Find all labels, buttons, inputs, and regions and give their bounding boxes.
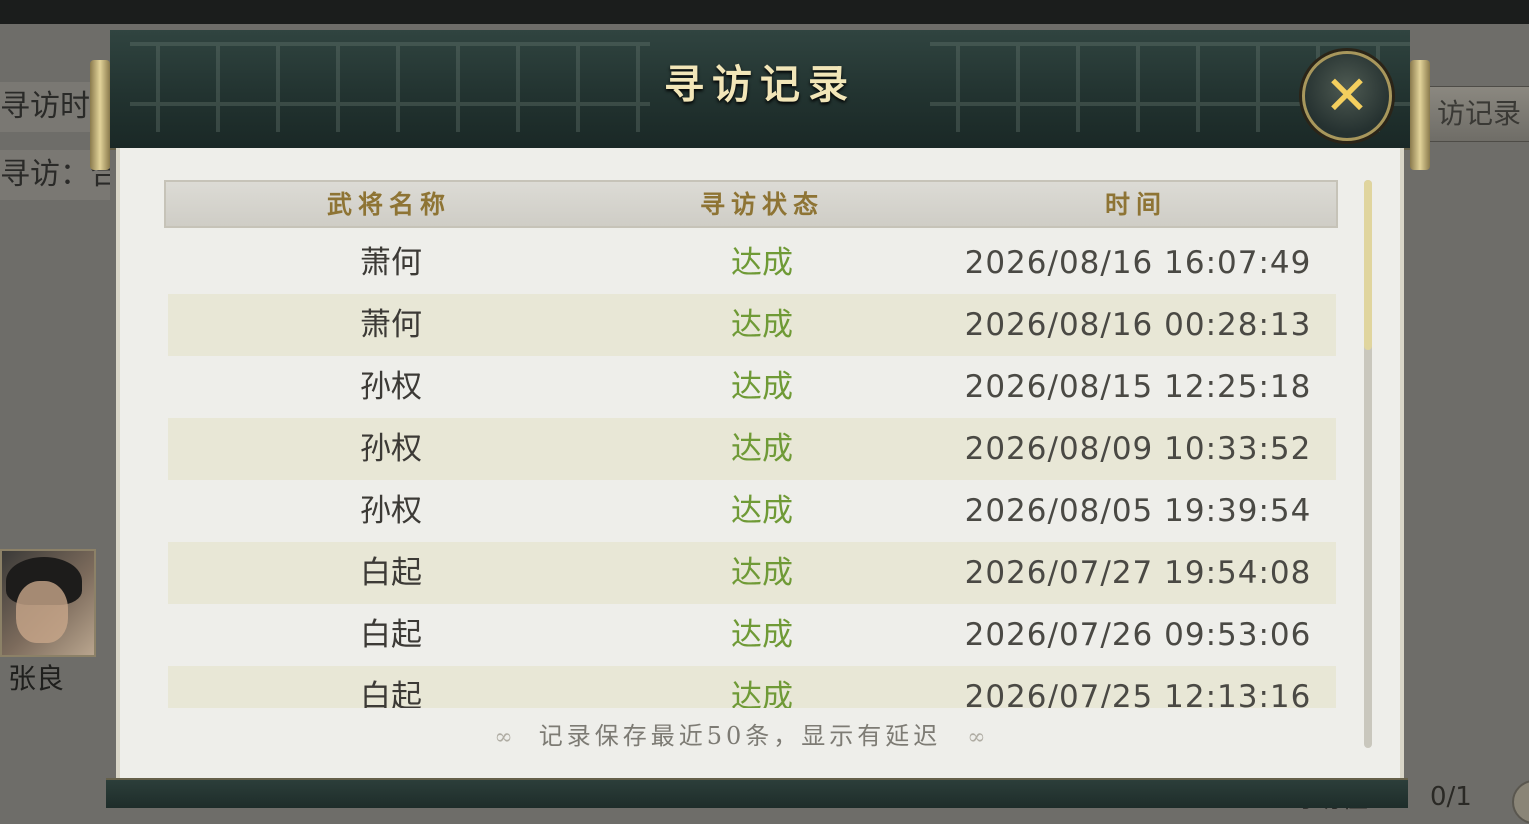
hero-name: 张良: [8, 662, 65, 695]
table-row: 白起 达成 2026/07/27 19:54:08: [168, 542, 1336, 604]
row-status: 达成: [731, 617, 793, 653]
row-hero-name: 孙权: [360, 431, 422, 467]
table-row: 孙权 达成 2026/08/09 10:33:52: [168, 418, 1336, 480]
row-time: 2026/07/26 09:53:06: [964, 617, 1312, 653]
scroll-rod-right: [1410, 60, 1430, 170]
table-row: 孙权 达成 2026/08/15 12:25:18: [168, 356, 1336, 418]
row-status: 达成: [731, 369, 793, 405]
table-row: 白起 达成 2026/07/26 09:53:06: [168, 604, 1336, 666]
close-button[interactable]: ✕: [1302, 51, 1392, 141]
row-hero-name: 白起: [360, 617, 422, 653]
scroll-rod-left: [90, 60, 110, 170]
bg-round-button[interactable]: [1512, 780, 1529, 824]
row-status: 达成: [731, 307, 793, 343]
close-x-icon: ✕: [1324, 64, 1370, 127]
column-time: 时间: [1104, 190, 1167, 219]
table-row: 萧何 达成 2026/08/16 16:07:49: [168, 232, 1336, 294]
record-list[interactable]: 萧何 达成 2026/08/16 16:07:49 萧何 达成 2026/08/…: [168, 232, 1336, 708]
table-row: 白起 达成 2026/07/25 12:13:16: [168, 666, 1336, 708]
row-status: 达成: [731, 555, 793, 591]
row-status: 达成: [731, 245, 793, 281]
table-row: 孙权 达成 2026/08/05 19:39:54: [168, 480, 1336, 542]
row-time: 2026/08/16 00:28:13: [964, 307, 1312, 343]
row-hero-name: 白起: [360, 679, 422, 708]
row-status: 达成: [731, 679, 793, 708]
dialog-body: 武将名称 寻访状态 时间 萧何 达成 2026/08/16 16:07:49 萧…: [116, 148, 1404, 778]
scrollbar[interactable]: [1364, 180, 1372, 748]
dialog-title: 寻访记录: [664, 61, 856, 108]
footer-note-text: 记录保存最近50条，显示有延迟: [538, 722, 942, 750]
row-status: 达成: [731, 431, 793, 467]
bg-tab-visit-record[interactable]: 访记录: [1418, 86, 1529, 142]
footer-note: ∞ 记录保存最近50条，显示有延迟 ∞: [120, 716, 1360, 751]
ornament-icon: ∞: [967, 725, 986, 750]
visit-record-dialog: 寻访记录 ✕ 武将名称 寻访状态 时间 萧何 达成 2026/08/16 16:…: [90, 30, 1430, 815]
row-time: 2026/08/16 16:07:49: [964, 245, 1312, 281]
row-hero-name: 孙权: [360, 493, 422, 529]
top-bar: [0, 0, 1529, 24]
row-hero-name: 萧何: [360, 307, 422, 343]
row-time: 2026/07/27 19:54:08: [964, 555, 1312, 591]
row-time: 2026/08/05 19:39:54: [964, 493, 1312, 529]
row-hero-name: 萧何: [360, 245, 422, 281]
row-time: 2026/08/15 12:25:18: [964, 369, 1312, 405]
dialog-bottom-border: [106, 778, 1408, 808]
row-hero-name: 孙权: [360, 369, 422, 405]
column-visit-status: 寻访状态: [699, 190, 824, 219]
ornament-icon: ∞: [494, 725, 513, 750]
bg-bottom-counter: 0/1: [1430, 782, 1472, 812]
dialog-header: 寻访记录 ✕: [110, 30, 1410, 150]
row-status: 达成: [731, 493, 793, 529]
hero-avatar[interactable]: [0, 549, 96, 657]
table-header: 武将名称 寻访状态 时间: [164, 180, 1338, 228]
row-time: 2026/07/25 12:13:16: [964, 679, 1312, 708]
row-hero-name: 白起: [360, 555, 422, 591]
scrollbar-thumb[interactable]: [1364, 180, 1372, 350]
table-row: 萧何 达成 2026/08/16 00:28:13: [168, 294, 1336, 356]
column-hero-name: 武将名称: [326, 190, 451, 219]
row-time: 2026/08/09 10:33:52: [964, 431, 1312, 467]
avatar-face: [16, 581, 68, 643]
